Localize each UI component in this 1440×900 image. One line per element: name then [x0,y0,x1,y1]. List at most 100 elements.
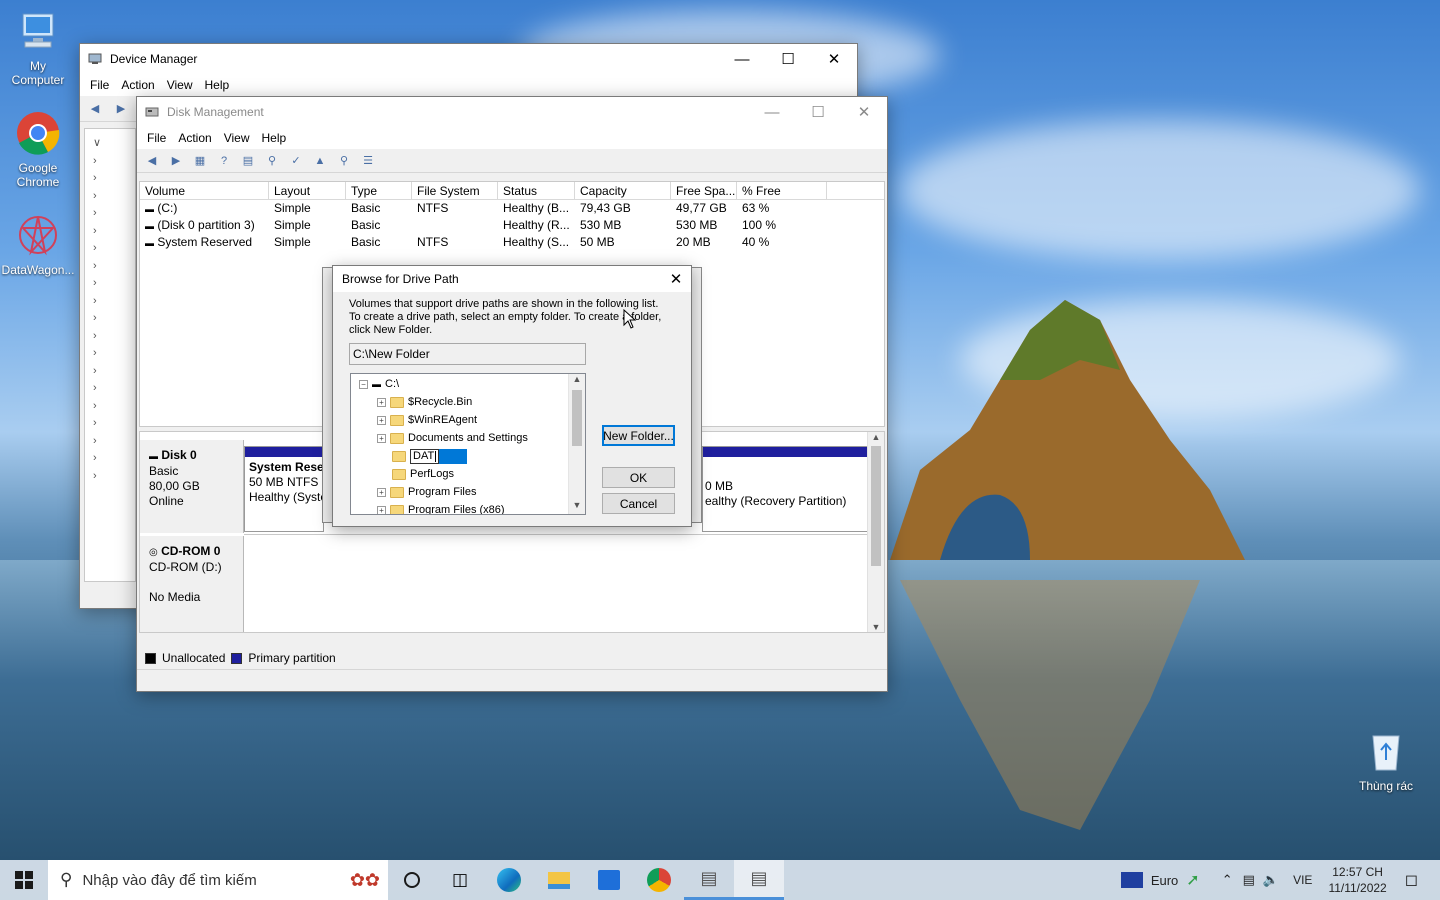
connect-icon[interactable]: ⚲ [263,153,281,169]
disk0-state: Online [149,494,184,508]
recycle-bin-icon [1372,735,1400,771]
forward-arrow-icon[interactable]: ▶ [167,153,185,169]
close-button[interactable]: ✕ [841,97,887,127]
dialog-close-button[interactable]: ✕ [661,270,691,288]
column-header-status[interactable]: Status [498,182,575,199]
scroll-up-icon[interactable]: ▲ [569,374,585,388]
collapse-icon[interactable]: − [359,379,368,389]
back-arrow-icon[interactable]: ◀ [143,153,161,169]
column-header-volume[interactable]: Volume [140,182,269,199]
column-header-layout[interactable]: Layout [269,182,346,199]
new-folder-button[interactable]: New Folder... [602,425,675,446]
search-folder-icon[interactable]: ⚲ [335,153,353,169]
disk-management-taskbar-button[interactable]: ▤ [734,860,784,900]
maximize-button[interactable]: ☐ [765,44,811,74]
currency-label[interactable]: Euro [1151,873,1178,888]
ok-button[interactable]: OK [602,467,675,488]
tree-node-drive[interactable]: − ▬ C:\ [351,375,568,393]
tree-node-folder-editing[interactable]: DAT [351,447,568,465]
scroll-down-icon[interactable]: ▼ [868,622,884,632]
cancel-button[interactable]: Cancel [602,493,675,514]
column-header-free-space[interactable]: Free Spa... [671,182,737,199]
free-space-cell: 20 MB [676,235,711,249]
menu-action[interactable]: Action [172,131,217,145]
edge-taskbar-button[interactable] [484,860,534,900]
table-row[interactable]: ▬ (Disk 0 partition 3) Simple Basic Heal… [140,217,884,234]
menu-help[interactable]: Help [199,78,236,92]
close-button[interactable]: ✕ [811,44,857,74]
my-computer-desktop-icon[interactable]: My Computer [0,8,76,87]
minimize-button[interactable]: — [749,97,795,127]
column-header-file-system[interactable]: File System [412,182,498,199]
expand-icon[interactable]: + [377,397,386,407]
expand-icon[interactable]: + [377,505,386,514]
menu-view[interactable]: View [161,78,199,92]
cdrom-label[interactable]: ◎ CD-ROM 0 CD-ROM (D:) No Media [140,536,244,632]
tree-node-folder[interactable]: + Program Files (x86) [351,501,568,514]
rename-folder-input[interactable]: DAT [410,448,440,464]
scroll-down-icon[interactable]: ▼ [569,500,585,514]
minimize-button[interactable]: — [719,44,765,74]
disk0-label[interactable]: ▬ Disk 0 Basic 80,00 GB Online [140,440,244,533]
list-view-icon[interactable]: ☰ [359,153,377,169]
menu-help[interactable]: Help [256,131,293,145]
google-chrome-desktop-icon[interactable]: Google Chrome [0,110,76,189]
column-header-percent-free[interactable]: % Free [737,182,827,199]
chrome-taskbar-button[interactable] [634,860,684,900]
forward-arrow-icon[interactable]: ▶ [112,101,130,117]
percent-free-cell: 40 % [742,235,770,249]
folder-icon [390,396,404,408]
menu-view[interactable]: View [218,131,256,145]
tree-node-folder[interactable]: + $Recycle.Bin [351,393,568,411]
tree-node-folder[interactable]: + Program Files [351,483,568,501]
table-row[interactable]: ▬ (C:) Simple Basic NTFS Healthy (B... 7… [140,200,884,217]
clock[interactable]: 12:57 CH 11/11/2022 [1328,864,1386,896]
disk-management-toolbar: ◀ ▶ ▦ ? ▤ ⚲ ✓ ▲ ⚲ ☰ [137,149,887,173]
cortana-button[interactable] [388,860,436,900]
check-icon[interactable]: ✓ [287,153,305,169]
folder-tree-scrollbar[interactable]: ▲ ▼ [568,374,585,514]
taskbar-search[interactable]: ⚲ Nhập vào đây để tìm kiếm ✿✿ [48,860,388,900]
properties-icon[interactable]: ▤ [239,153,257,169]
scroll-up-icon[interactable]: ▲ [868,432,884,442]
help-icon[interactable]: ? [215,153,233,169]
show-hidden-icons-icon[interactable]: ⌃ [1222,872,1233,888]
taskbar: ⚲ Nhập vào đây để tìm kiếm ✿✿ ◫ ▤ ▤ Euro… [0,860,1440,900]
notification-icon[interactable]: ◻ [1405,870,1418,890]
column-header-capacity[interactable]: Capacity [575,182,671,199]
expand-icon[interactable]: + [377,487,386,497]
disk0-partition-system-reserved[interactable]: System Rese 50 MB NTFS Healthy (Syste [244,446,324,532]
scroll-thumb[interactable] [572,390,582,446]
expand-icon[interactable]: + [377,433,386,443]
start-button[interactable] [0,860,48,900]
folder-tree[interactable]: − ▬ C:\ + $Recycle.Bin + $WinREAgent + D… [350,373,586,515]
maximize-button[interactable]: ☐ [795,97,841,127]
console-tree-icon[interactable]: ▦ [191,153,209,169]
drive-path-field[interactable]: C:\New Folder [349,343,586,365]
menu-file[interactable]: File [141,131,172,145]
menu-action[interactable]: Action [115,78,160,92]
table-row[interactable]: ▬ System Reserved Simple Basic NTFS Heal… [140,234,884,251]
menu-file[interactable]: File [84,78,115,92]
volume-icon[interactable]: 🔈 [1263,872,1279,888]
input-language[interactable]: VIE [1293,873,1312,887]
tree-node-folder[interactable]: PerfLogs [351,465,568,483]
device-manager-taskbar-button[interactable]: ▤ [684,860,734,900]
folder-up-icon[interactable]: ▲ [311,153,329,169]
recycle-bin-desktop-icon[interactable]: Thùng rác [1350,728,1422,793]
disk0-partition-recovery[interactable]: 0 MB ealthy (Recovery Partition) [702,446,868,532]
network-icon[interactable]: ▤ [1243,872,1255,888]
expand-icon[interactable]: + [377,415,386,425]
disk-management-titlebar: Disk Management — ☐ ✕ [137,97,887,127]
datawagon-desktop-icon[interactable]: DataWagon... [0,212,76,277]
tree-node-folder[interactable]: + $WinREAgent [351,411,568,429]
network-activity-icon[interactable]: ➚ [1186,870,1199,890]
back-arrow-icon[interactable]: ◀ [86,101,104,117]
file-explorer-taskbar-button[interactable] [534,860,584,900]
task-view-button[interactable]: ◫ [436,860,484,900]
disk-view-scrollbar[interactable]: ▲ ▼ [867,432,884,632]
scroll-thumb[interactable] [871,446,881,566]
store-taskbar-button[interactable] [584,860,634,900]
tree-node-folder[interactable]: + Documents and Settings [351,429,568,447]
column-header-type[interactable]: Type [346,182,412,199]
